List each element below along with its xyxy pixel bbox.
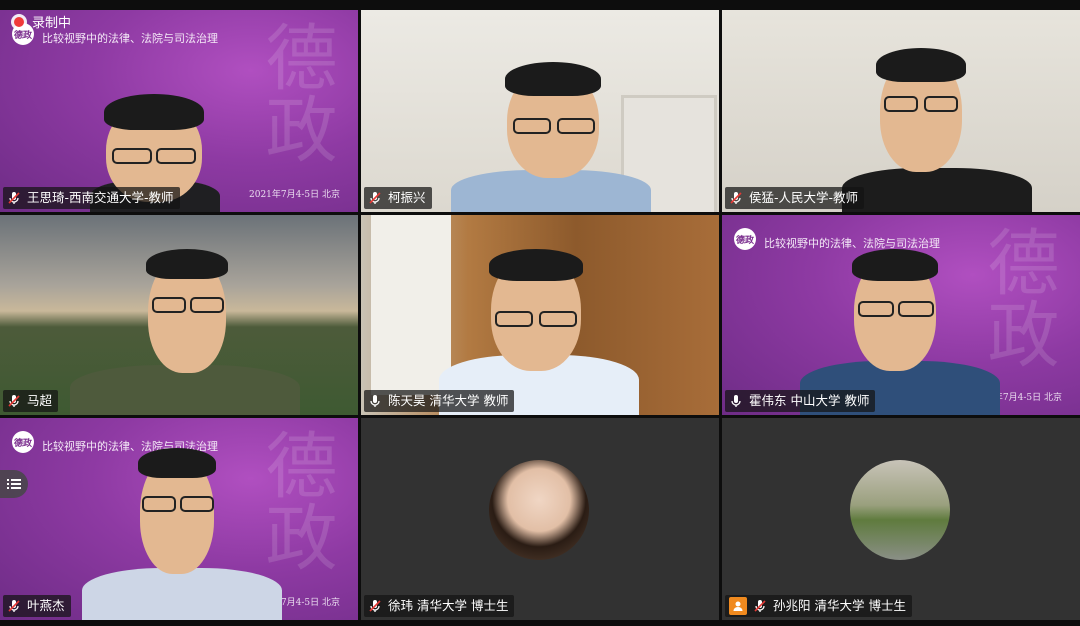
microphone-icon xyxy=(730,192,742,204)
calligraphy-watermark: 德政 xyxy=(253,20,337,164)
microphone-icon xyxy=(731,395,741,407)
participant-avatar xyxy=(850,460,950,560)
participant-name: 徐玮 清华大学 博士生 xyxy=(388,598,509,613)
participant-label: 侯猛-人民大学-教师 xyxy=(725,187,865,209)
video-tile-2[interactable]: 柯振兴 xyxy=(361,10,719,212)
participant-label: 徐玮 清华大学 博士生 xyxy=(364,595,515,617)
participant-label: 孙兆阳 清华大学 博士生 xyxy=(725,595,912,617)
participant-label: 马超 xyxy=(3,390,59,412)
participant-avatar xyxy=(489,460,589,560)
recording-indicator: 录制中 xyxy=(14,12,71,31)
participant-list-button[interactable] xyxy=(0,470,28,498)
conference-topic: 比较视野中的法律、法院与司法治理 xyxy=(42,32,218,45)
video-tile-3[interactable]: 侯猛-人民大学-教师 xyxy=(722,10,1080,212)
person-icon xyxy=(729,597,747,615)
participant-label: 柯振兴 xyxy=(364,187,432,209)
conference-logo: 德政 xyxy=(734,228,756,250)
microphone-icon xyxy=(8,395,20,407)
conference-logo: 德政 xyxy=(12,431,34,453)
participant-name: 叶燕杰 xyxy=(27,598,65,613)
video-tile-5[interactable]: 陈天昊 清华大学 教师 xyxy=(361,215,719,415)
microphone-icon xyxy=(8,600,20,612)
conference-topic: 比较视野中的法律、法院与司法治理 xyxy=(764,237,940,250)
participant-name: 陈天昊 清华大学 教师 xyxy=(388,393,509,408)
microphone-icon xyxy=(369,600,381,612)
conference-date: 2021年7月4-5日 北京 xyxy=(249,190,340,200)
participant-label: 霍伟东 中山大学 教师 xyxy=(725,390,876,412)
calligraphy-watermark: 德政 xyxy=(253,428,337,572)
recording-text: 录制中 xyxy=(32,16,72,31)
list-icon xyxy=(7,479,21,489)
participant-name: 柯振兴 xyxy=(388,190,426,205)
microphone-icon xyxy=(8,192,20,204)
video-tile-9[interactable]: 孙兆阳 清华大学 博士生 xyxy=(722,418,1080,620)
microphone-icon xyxy=(369,192,381,204)
participant-label: 王思琦-西南交通大学-教师 xyxy=(3,187,180,209)
participant-label: 陈天昊 清华大学 教师 xyxy=(364,390,515,412)
calligraphy-watermark: 德政 xyxy=(975,225,1059,369)
participant-name: 马超 xyxy=(27,393,53,408)
video-tile-1[interactable]: 德政 比较视野中的法律、法院与司法治理 德政 2021年7月4-5日 北京 王思… xyxy=(0,10,358,212)
participant-name: 王思琦-西南交通大学-教师 xyxy=(27,190,174,205)
video-tile-6[interactable]: 德政 比较视野中的法律、法院与司法治理 德政 21年7月4-5日 北京 霍伟东 … xyxy=(722,215,1080,415)
microphone-icon xyxy=(754,600,766,612)
recording-dot-icon xyxy=(14,16,24,27)
participant-name: 霍伟东 中山大学 教师 xyxy=(749,393,870,408)
participant-name: 孙兆阳 清华大学 博士生 xyxy=(773,598,906,613)
video-tile-4[interactable]: 马超 xyxy=(0,215,358,415)
video-tile-8[interactable]: 徐玮 清华大学 博士生 xyxy=(361,418,719,620)
participant-label: 叶燕杰 xyxy=(3,595,71,617)
participant-name: 侯猛-人民大学-教师 xyxy=(749,190,859,205)
microphone-icon xyxy=(370,395,380,407)
video-tile-7[interactable]: 德政 比较视野中的法律、法院与司法治理 德政 1年7月4-5日 北京 叶燕杰 xyxy=(0,418,358,620)
